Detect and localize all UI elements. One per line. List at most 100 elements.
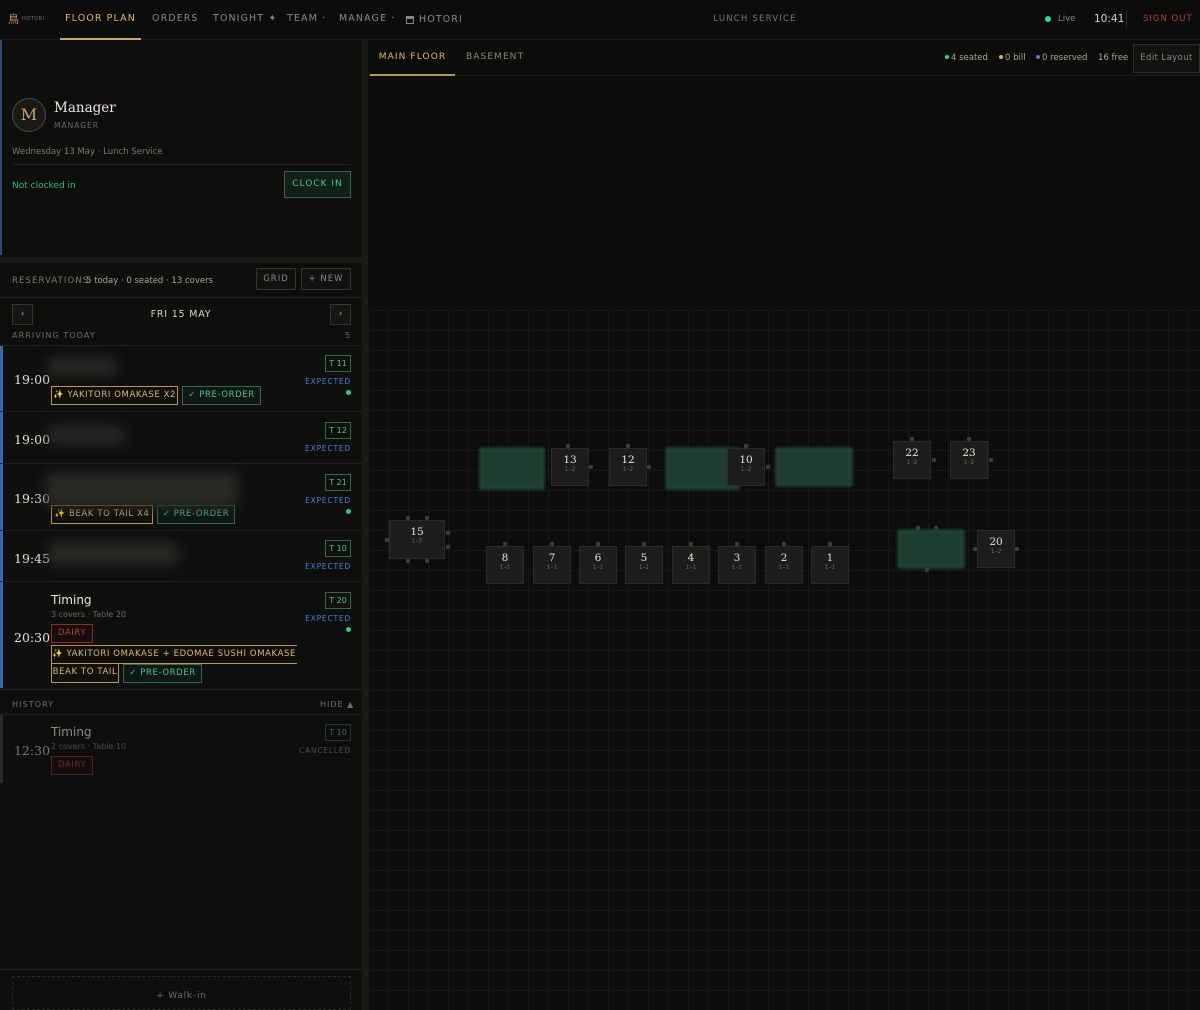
tab-main-floor[interactable]: MAIN FLOOR [370,40,455,76]
new-reservation-button[interactable]: + NEW [301,268,351,290]
table-15[interactable]: 15 1–7 [389,520,445,559]
table-12[interactable]: 12 1–2 [609,448,647,486]
table-10[interactable]: 10 1–2 [727,448,765,486]
reservation-row[interactable]: 19:00 T 12 EXPECTED [0,411,362,463]
grid-view-button[interactable]: GRID [256,268,296,290]
nav-hotori-label: HOTORI [419,14,463,25]
chair [446,531,450,535]
bill-text: 0 bill [1005,53,1026,63]
table-occupied[interactable] [776,448,852,486]
restaurant-icon [406,16,414,24]
brand-logo[interactable]: 鳥 HOTORI [8,12,46,26]
chair [973,547,977,551]
selected-day: FRI 15 MAY [150,309,212,320]
guest-name-redacted [48,358,116,376]
table-3[interactable]: 3 1–1 [718,546,756,584]
table-7[interactable]: 7 1–1 [533,546,571,584]
user-role: MANAGER [54,121,99,130]
nav-manage[interactable]: MANAGE · [339,0,395,40]
chair [642,542,646,546]
table-4[interactable]: 4 1–1 [672,546,710,584]
guest-name-redacted [48,426,124,444]
reservation-row[interactable]: 19:30 ✨ BEAK TO TAIL X4 ✓ PRE-ORDER T 21… [0,463,362,530]
service-date: Wednesday 13 May · Lunch Service [12,147,163,157]
table-20[interactable]: 20 1–2 [977,530,1015,568]
row-accent [0,464,3,530]
table-6[interactable]: 6 1–1 [579,546,617,584]
table-23[interactable]: 23 1–2 [950,441,988,479]
table-occupied[interactable] [480,448,544,489]
preorder-chip: ✓ PRE-ORDER [123,664,202,683]
edit-layout-button[interactable]: Edit Layout [1133,44,1200,73]
reservation-time: 19:00 [14,432,51,447]
chair [828,542,832,546]
section-divider [0,257,362,263]
free-count: 16 free [1098,53,1129,63]
sign-out-button[interactable]: SIGN OUT [1143,14,1193,24]
guest-name-redacted [48,543,178,565]
chair [744,444,748,448]
nav-tonight[interactable]: TONIGHT ✦ [213,0,277,40]
bill-dot-icon [999,55,1003,59]
table-badge[interactable]: T 20 [325,592,351,609]
seated-count: 4 seated [945,53,988,63]
prev-day-button[interactable]: ‹ [12,304,33,325]
table-badge[interactable]: T 10 [325,540,351,557]
chair [589,465,593,469]
table-occupied[interactable] [898,530,964,568]
nav-orders[interactable]: ORDERS [152,0,199,40]
reservation-row[interactable]: 20:30 Timing 3 covers · Table 20 DAIRY ✨… [0,581,362,688]
chair [967,437,971,441]
tag-chip: BEAK TO TAIL [51,664,119,683]
nav-hotori[interactable]: HOTORI [406,0,463,40]
status-label: EXPECTED [305,377,351,386]
row-accent [0,531,3,581]
row-accent [0,346,3,411]
walk-in-button[interactable]: + Walk-in [12,976,351,1010]
row-accent [0,582,3,688]
chair [503,542,507,546]
reserved-text: 0 reserved [1042,53,1088,63]
next-day-button[interactable]: › [330,304,351,325]
guest-name: Timing [51,725,92,739]
clock-in-button[interactable]: CLOCK IN [284,171,351,198]
chair [626,444,630,448]
chair [934,526,938,530]
table-22[interactable]: 22 1–2 [893,441,931,479]
arriving-count: 5 [345,331,351,340]
history-row[interactable]: 12:30 Timing 2 covers · Table 10 DAIRY T… [0,714,362,783]
status-dot-icon [346,627,351,632]
table-1[interactable]: 1 1–1 [811,546,849,584]
chair [550,542,554,546]
tab-basement[interactable]: BASEMENT [466,40,524,76]
divider [0,969,362,970]
table-badge[interactable]: T 10 [325,724,351,741]
table-8[interactable]: 8 1–1 [486,546,524,584]
nav-floor-plan[interactable]: FLOOR PLAN [60,0,141,40]
hide-history-toggle[interactable]: HIDE ▲ [320,700,354,709]
nav-team[interactable]: TEAM · [287,0,326,40]
logo-wordmark: HOTORI [22,16,45,22]
table-13[interactable]: 13 1–2 [551,448,589,486]
status-label: CANCELLED [298,746,351,755]
floor-grid [368,310,1200,1010]
history-label: HISTORY [12,700,55,709]
table-badge[interactable]: T 21 [325,474,351,491]
chair [385,538,389,542]
reservation-row[interactable]: 19:00 T 11 EXPECTED ✨ YAKITORI OMAKASE X… [0,345,362,411]
table-badge[interactable]: T 11 [325,355,351,372]
chair [425,559,429,563]
chair [446,545,450,549]
chair [932,458,936,462]
chair [647,465,651,469]
reservation-row[interactable]: 19:45 T 10 EXPECTED [0,530,362,581]
chair [910,437,914,441]
status-label: EXPECTED [305,562,351,571]
avatar: M [12,98,46,132]
reserved-dot-icon [1036,55,1040,59]
table-5[interactable]: 5 1–1 [625,546,663,584]
panel-accent [0,40,2,255]
table-badge[interactable]: T 12 [325,422,351,439]
reservation-time: 20:30 [14,630,51,645]
table-2[interactable]: 2 1–1 [765,546,803,584]
